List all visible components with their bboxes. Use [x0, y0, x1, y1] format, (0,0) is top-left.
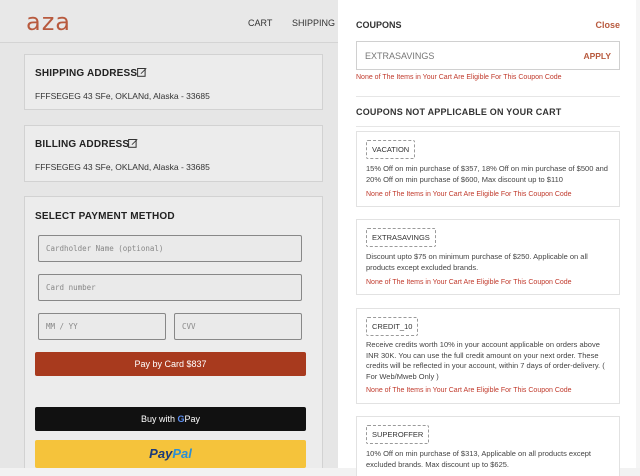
- cardholder-name-input[interactable]: Cardholder Name (optional): [38, 235, 302, 262]
- coupon-description: 10% Off on min purchase of $313, Applica…: [366, 449, 592, 469]
- coupon-card-extrasavings: EXTRASAVINGS Discount upto $75 on minimu…: [356, 219, 620, 295]
- coupon-description: Discount upto $75 on minimum purchase of…: [366, 252, 588, 272]
- coupons-panel: COUPONS Close EXTRASAVINGS APPLY None of…: [338, 0, 640, 476]
- panel-scrollbar[interactable]: [636, 0, 640, 468]
- gpay-pay-text: Pay: [184, 414, 201, 424]
- payment-method-title: SELECT PAYMENT METHOD: [35, 211, 175, 222]
- coupon-description: Receive credits worth 10% in your accoun…: [366, 340, 605, 381]
- pay-by-card-button[interactable]: Pay by Card $837: [35, 352, 306, 376]
- billing-address-title: BILLING ADDRESS: [35, 139, 130, 150]
- edit-icon[interactable]: [128, 138, 138, 148]
- nav-shipping[interactable]: SHIPPING: [292, 18, 335, 28]
- edit-icon[interactable]: [137, 67, 147, 77]
- coupon-card-vacation: VACATION 15% Off on min purchase of $357…: [356, 131, 620, 207]
- not-applicable-title: COUPONS NOT APPLICABLE ON YOUR CART: [356, 107, 562, 117]
- apply-button[interactable]: APPLY: [583, 51, 611, 61]
- shipping-address-card: SHIPPING ADDRESS FFFSEGEG 43 SFe, OKLANd…: [24, 54, 323, 110]
- gpay-prefix: Buy with: [140, 414, 175, 424]
- google-g-logo: G: [177, 414, 185, 424]
- close-button[interactable]: Close: [595, 20, 620, 30]
- coupon-description: 15% Off on min purchase of $357, 18% Off…: [366, 164, 608, 184]
- cvv-input[interactable]: CVV: [174, 313, 302, 340]
- divider: [356, 96, 620, 97]
- google-pay-button[interactable]: Buy with GPay: [35, 407, 306, 431]
- card-number-input[interactable]: Card number: [38, 274, 302, 301]
- billing-address-text: FFFSEGEG 43 SFe, OKLANd, Alaska - 33685: [35, 162, 210, 172]
- coupon-code-badge[interactable]: EXTRASAVINGS: [366, 228, 436, 247]
- nav-cart[interactable]: CART: [248, 18, 272, 28]
- coupon-code-input[interactable]: EXTRASAVINGS APPLY: [356, 41, 620, 70]
- coupon-error-message: None of The Items in Your Cart Are Eligi…: [356, 74, 562, 81]
- coupon-code-badge[interactable]: CREDIT_10: [366, 317, 419, 336]
- coupon-code-badge[interactable]: SUPEROFFER: [366, 425, 430, 444]
- coupon-error-message: None of The Items in Your Cart Are Eligi…: [366, 279, 572, 286]
- paypal-logo-pay: Pay: [149, 446, 173, 461]
- coupon-input-value: EXTRASAVINGS: [365, 51, 435, 61]
- billing-address-card: BILLING ADDRESS FFFSEGEG 43 SFe, OKLANd,…: [24, 125, 323, 182]
- coupon-card-credit-10: CREDIT_10 Receive credits worth 10% in y…: [356, 308, 620, 404]
- coupon-error-message: None of The Items in Your Cart Are Eligi…: [366, 387, 572, 394]
- expiry-input[interactable]: MM / YY: [38, 313, 166, 340]
- coupons-title: COUPONS: [356, 20, 402, 30]
- coupon-error-message: None of The Items in Your Cart Are Eligi…: [366, 191, 572, 198]
- paypal-button[interactable]: PayPal: [35, 440, 306, 468]
- shipping-address-text: FFFSEGEG 43 SFe, OKLANd, Alaska - 33685: [35, 91, 210, 101]
- paypal-logo-pal: Pal: [172, 446, 192, 461]
- shipping-address-title: SHIPPING ADDRESS: [35, 68, 138, 79]
- divider: [356, 126, 620, 127]
- brand-logo[interactable]: aza: [26, 8, 71, 36]
- coupon-card-superoffer: SUPEROFFER 10% Off on min purchase of $3…: [356, 416, 620, 476]
- coupon-code-badge[interactable]: VACATION: [366, 140, 416, 159]
